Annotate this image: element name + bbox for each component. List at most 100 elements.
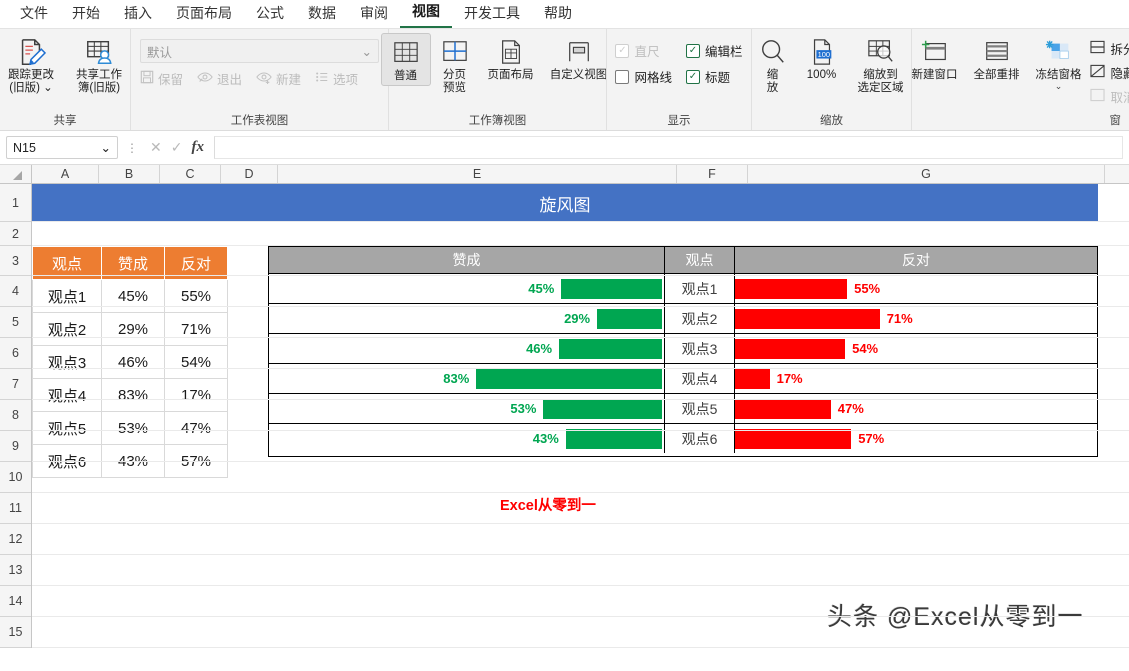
checkbox-1[interactable]: ✓ 编辑栏 xyxy=(686,41,743,60)
exit-view-button[interactable]: 退出 xyxy=(197,69,242,88)
view-options-label: 选项 xyxy=(333,73,359,87)
confirm-icon[interactable]: ✓ xyxy=(171,139,183,156)
ribbon-tab-0[interactable]: 文件 xyxy=(8,0,60,28)
row-header-10[interactable]: 10 xyxy=(0,462,31,493)
unhide-label: 取消 xyxy=(1110,91,1129,105)
checkbox-3[interactable]: ✓ 标题 xyxy=(686,67,743,86)
name-box[interactable]: N15 ⌄ xyxy=(6,136,118,159)
row-header-column: 1 2 3 4 5 6 7 8 9 10 11 12 13 14 15 xyxy=(0,184,32,648)
approve-bar xyxy=(476,368,662,389)
table-row: 观点3 46% 54% xyxy=(32,345,228,379)
formula-bar: N15 ⌄ ⋮ ✕ ✓ fx xyxy=(0,130,1129,165)
cancel-icon[interactable]: ✕ xyxy=(150,139,162,156)
exit-view-icon xyxy=(197,70,213,87)
approve-value-label: 45% xyxy=(528,281,555,296)
ribbon-tab-6[interactable]: 审阅 xyxy=(348,0,400,28)
keep-view-button[interactable]: 保留 xyxy=(140,69,183,88)
new-view-button[interactable]: 新建 xyxy=(256,69,301,88)
normal-view-button[interactable]: 普通 xyxy=(380,33,431,87)
table-cell: 17% xyxy=(164,378,228,412)
custom-view-button[interactable]: 自定义视图 xyxy=(543,33,615,84)
ribbon-tab-bar: 文件 开始 插入 页面布局 公式 数据 审阅 视图 开发工具 帮助 xyxy=(0,0,1129,28)
row-header-13[interactable]: 13 xyxy=(0,555,31,586)
ribbon-tab-5[interactable]: 数据 xyxy=(296,0,348,28)
ribbon-tab-8[interactable]: 开发工具 xyxy=(452,0,532,28)
category-cell: 观点3 xyxy=(665,334,735,363)
svg-text:100: 100 xyxy=(817,50,829,59)
ribbon-tab-1[interactable]: 开始 xyxy=(60,0,112,28)
zoom-selection-label-1: 缩放到 xyxy=(863,69,898,81)
track-changes-button[interactable]: 跟踪更改 (旧版) ⌄ xyxy=(0,33,65,97)
oppose-value-label: 47% xyxy=(837,401,864,416)
row-header-9[interactable]: 9 xyxy=(0,431,31,462)
share-workbook-button[interactable]: 共享工作 簿(旧版) xyxy=(65,33,133,97)
column-header-G[interactable]: G xyxy=(748,165,1105,183)
table-row: 观点4 83% 17% xyxy=(32,378,228,412)
column-header-E[interactable]: E xyxy=(278,165,677,183)
column-header-B[interactable]: B xyxy=(99,165,160,183)
page-layout-button[interactable]: 页面布局 xyxy=(479,33,543,84)
ribbon-tab-7[interactable]: 视图 xyxy=(400,0,452,28)
row-header-15[interactable]: 15 xyxy=(0,617,31,648)
category-cell: 观点1 xyxy=(665,274,735,303)
formula-input[interactable] xyxy=(213,136,1123,159)
checkbox-2[interactable]: 网格线 xyxy=(615,67,672,86)
row-header-11[interactable]: 11 xyxy=(0,493,31,524)
row-header-2[interactable]: 2 xyxy=(0,222,31,246)
ribbon-tab-2[interactable]: 插入 xyxy=(112,0,164,28)
grid-line xyxy=(32,368,1129,369)
worksheet-grid: ABCDEFG 1 2 3 4 5 6 7 8 9 10 11 12 13 14 15 旋风图 观点 赞成 反对… xyxy=(0,165,1129,665)
row-header-14[interactable]: 14 xyxy=(0,586,31,617)
oppose-value-label: 71% xyxy=(886,311,913,326)
ribbon-tab-9[interactable]: 帮助 xyxy=(532,0,584,28)
row-header-7[interactable]: 7 xyxy=(0,369,31,400)
page-break-preview-button[interactable]: 分页 预览 xyxy=(431,33,479,97)
column-header-A[interactable]: A xyxy=(32,165,99,183)
grid-line xyxy=(32,430,1129,431)
sheet-view-combo[interactable]: 默认 ⌄ xyxy=(140,39,379,63)
share-workbook-label-1: 共享工作 xyxy=(76,69,122,81)
row-header-12[interactable]: 12 xyxy=(0,524,31,555)
freeze-panes-button[interactable]: 冻结窗格 ⌄ xyxy=(1028,33,1090,93)
page-break-label-1: 分页 xyxy=(443,69,466,81)
view-options-button[interactable]: 选项 xyxy=(315,69,358,88)
zoom-100-button[interactable]: 100 100% xyxy=(796,33,848,84)
arrange-all-button[interactable]: 全部重排 xyxy=(966,33,1028,84)
ribbon-tab-3[interactable]: 页面布局 xyxy=(164,0,244,28)
freeze-panes-caret-icon[interactable]: ⌄ xyxy=(1055,82,1063,91)
custom-view-icon xyxy=(565,35,593,69)
checkbox-label: 直尺 xyxy=(634,45,660,59)
row-header-3[interactable]: 3 xyxy=(0,246,31,276)
row-header-5[interactable]: 5 xyxy=(0,307,31,338)
row-header-6[interactable]: 6 xyxy=(0,338,31,369)
table-cell: 观点2 xyxy=(32,312,102,346)
row-header-8[interactable]: 8 xyxy=(0,400,31,431)
new-window-button[interactable]: 新建窗口 xyxy=(904,33,966,84)
new-window-label: 新建窗口 xyxy=(911,69,958,81)
chart-title: 旋风图 xyxy=(539,195,591,215)
insert-function-icon[interactable]: fx xyxy=(191,139,204,156)
grid-line xyxy=(32,647,1129,648)
zoom-button[interactable]: 缩 放 xyxy=(750,33,796,97)
select-all-triangle-icon xyxy=(12,171,22,180)
select-all-corner[interactable] xyxy=(0,165,32,183)
chevron-down-icon: ⌄ xyxy=(361,44,372,59)
approve-bar xyxy=(559,338,662,359)
table-cell: 54% xyxy=(164,345,228,379)
approve-value-label: 29% xyxy=(564,311,591,326)
ribbon-tab-4[interactable]: 公式 xyxy=(244,0,296,28)
grid-line xyxy=(32,399,1129,400)
column-header-C[interactable]: C xyxy=(160,165,221,183)
oppose-cell: 54% xyxy=(735,334,1097,363)
table-cell: 71% xyxy=(164,312,228,346)
row-header-1[interactable]: 1 xyxy=(0,184,31,222)
group-label-show: 显示 xyxy=(667,115,691,127)
grid-line xyxy=(32,585,1129,586)
sheet-canvas[interactable]: 旋风图 观点 赞成 反对 观点1 45% 55% 观点2 29% 71% 观点3 46% 54% 观点4… xyxy=(32,184,1129,648)
column-header-F[interactable]: F xyxy=(677,165,748,183)
column-header-D[interactable]: D xyxy=(221,165,278,183)
oppose-bar xyxy=(735,368,770,389)
row-header-4[interactable]: 4 xyxy=(0,276,31,307)
split-button[interactable]: 拆分 xyxy=(1089,39,1129,58)
hide-button[interactable]: 隐藏 xyxy=(1089,63,1129,82)
